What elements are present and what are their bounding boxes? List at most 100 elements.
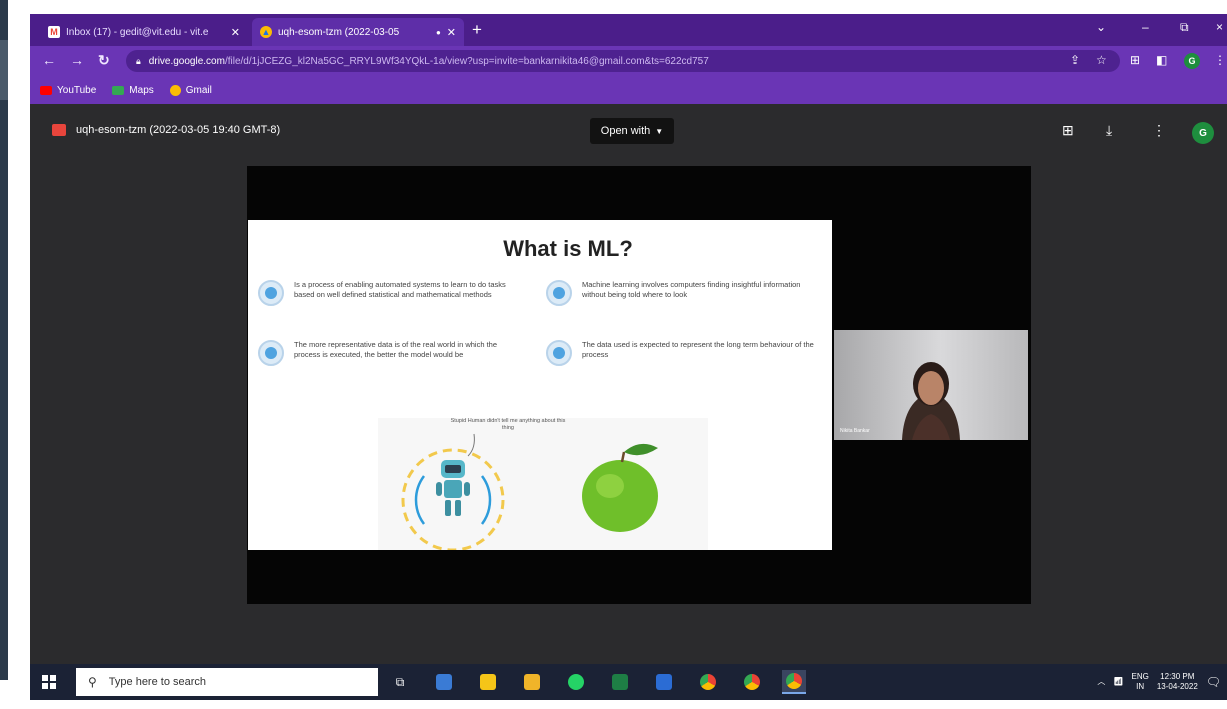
close-icon[interactable]: ✕	[231, 26, 240, 39]
chrome-active-icon[interactable]	[782, 670, 806, 694]
viewer-header: uqh-esom-tzm (2022-03-05 19:40 GMT-8) Op…	[30, 104, 1227, 156]
more-options-icon[interactable]: ⋮	[1152, 122, 1166, 139]
drive-file-viewer: uqh-esom-tzm (2022-03-05 19:40 GMT-8) Op…	[30, 104, 1227, 664]
network-icon[interactable]: 📶︎	[1113, 677, 1123, 687]
slide-title: What is ML?	[503, 236, 633, 261]
bullet-icon	[546, 280, 572, 306]
chrome-icon[interactable]	[696, 670, 720, 694]
slide-bullet: Machine learning involves computers find…	[546, 280, 826, 306]
store-icon[interactable]	[432, 670, 456, 694]
drive-icon: ▲	[260, 26, 272, 38]
download-icon[interactable]: ⤓	[1106, 122, 1112, 139]
task-view-icon[interactable]: ⧉	[388, 670, 412, 694]
chevron-up-icon[interactable]: ︿	[1097, 677, 1105, 687]
participant-name: Nikita Bankar	[840, 428, 870, 434]
browser-toolbar: ← → ↻ 🔒︎ drive.google.com /file/d/1jJCEZ…	[30, 46, 1227, 76]
tab-search-icon[interactable]: ⌄	[1096, 20, 1106, 34]
menu-icon[interactable]: ⋮	[1214, 53, 1226, 67]
chevron-down-icon: ▼	[655, 126, 664, 136]
tab-drive[interactable]: ▲ uqh-esom-tzm (2022-03-05 ● ✕	[252, 18, 464, 46]
notifications-icon[interactable]: 🗨︎	[1206, 676, 1221, 688]
excel-icon[interactable]	[608, 670, 632, 694]
participant-icon	[902, 362, 960, 440]
green-apple-icon	[582, 443, 658, 532]
minimize-button[interactable]: –	[1142, 20, 1149, 34]
tray-date: 13-04-2022	[1156, 682, 1198, 691]
restore-button[interactable]: ⧉	[1180, 20, 1189, 35]
share-icon[interactable]: ⇪	[1070, 53, 1080, 67]
bullet-text: Machine learning involves computers find…	[582, 280, 801, 299]
tray-time: 12:30 PM	[1160, 672, 1195, 681]
close-window-button[interactable]: ×	[1216, 20, 1223, 34]
bullet-text: Is a process of enabling automated syste…	[294, 280, 506, 299]
bookmark-label: Maps	[129, 84, 154, 96]
address-bar[interactable]: 🔒︎ drive.google.com /file/d/1jJCEZG_kl2N…	[126, 50, 1120, 72]
clock[interactable]: 12:30 PM 13-04-2022	[1157, 672, 1198, 692]
lock-icon: 🔒︎	[136, 55, 141, 66]
bookmark-maps[interactable]: Maps	[112, 84, 154, 96]
maps-icon	[112, 85, 125, 95]
search-placeholder: Type here to search	[108, 676, 207, 688]
taskbar-search-box[interactable]: ⚲ Type here to search	[76, 668, 378, 696]
presentation-slide: What is ML? Is a process of enabling aut…	[248, 220, 832, 550]
word-icon[interactable]	[652, 670, 676, 694]
new-tab-button[interactable]: +	[472, 21, 482, 39]
video-file-icon	[52, 124, 66, 136]
tray-region: IN	[1136, 682, 1145, 691]
bookmark-youtube[interactable]: YouTube	[40, 85, 96, 96]
slide-bullet: Is a process of enabling automated syste…	[258, 280, 518, 306]
file-name: uqh-esom-tzm (2022-03-05 19:40 GMT-8)	[76, 124, 281, 136]
chrome-profile-icon[interactable]	[740, 670, 764, 694]
bookmark-label: Gmail	[185, 84, 212, 96]
tray-lang: ENG	[1131, 672, 1149, 681]
gmail-icon: M	[48, 26, 60, 38]
bullet-icon	[258, 340, 284, 366]
slide-bullet: The more representative data is of the r…	[258, 340, 518, 366]
extension-icon[interactable]: ⊞	[1130, 53, 1140, 67]
background-window-edge	[0, 0, 8, 680]
file-explorer-icon[interactable]	[520, 670, 544, 694]
bullet-icon	[546, 340, 572, 366]
screenshot-frame: M Inbox (17) - gedit@vit.edu - vit.e ✕ ▲…	[0, 0, 1227, 709]
side-panel-icon[interactable]: ◧	[1156, 53, 1167, 67]
tab-title: uqh-esom-tzm (2022-03-05	[278, 26, 400, 38]
whatsapp-icon[interactable]	[564, 670, 588, 694]
tab-strip: M Inbox (17) - gedit@vit.edu - vit.e ✕ ▲…	[30, 14, 1227, 46]
youtube-icon	[40, 85, 52, 95]
bullet-text: The more representative data is of the r…	[294, 340, 498, 359]
browser-window: M Inbox (17) - gedit@vit.edu - vit.e ✕ ▲…	[30, 14, 1227, 700]
robot-and-apple-illustration	[401, 433, 658, 550]
open-with-label: Open with	[600, 125, 651, 137]
gmail-icon	[169, 84, 181, 96]
slide-illustration: Stupid Human didn't tell me anything abo…	[378, 390, 708, 550]
bookmarks-bar: YouTube Maps Gmail	[30, 76, 1227, 104]
participant-video-tile: Nikita Bankar	[834, 330, 1028, 440]
close-icon[interactable]: ✕	[447, 26, 456, 39]
forward-arrow-icon[interactable]: →	[70, 52, 84, 68]
profile-avatar[interactable]: G	[1192, 122, 1214, 144]
bookmark-label: YouTube	[57, 84, 97, 96]
slide-bullet: The data used is expected to represent t…	[546, 340, 826, 366]
tab-title: Inbox (17) - gedit@vit.edu - vit.e	[66, 26, 209, 38]
windows-taskbar: ⚲ Type here to search ⧉ ︿ 📶︎ ENG IN 12:3…	[30, 664, 1227, 700]
language-indicator[interactable]: ENG IN	[1132, 672, 1149, 692]
windows-start-icon[interactable]	[42, 675, 56, 689]
bullet-text: The data used is expected to represent t…	[582, 340, 814, 359]
bookmark-gmail[interactable]: Gmail	[169, 84, 212, 96]
bookmark-star-icon[interactable]: ☆	[1096, 53, 1107, 67]
system-tray: ︿ 📶︎ ENG IN 12:30 PM 13-04-2022 🗨︎	[1089, 668, 1221, 696]
recording-icon: ●	[435, 27, 441, 37]
robot-icon	[436, 460, 470, 516]
open-with-button[interactable]: Open with ▼	[590, 118, 674, 144]
back-arrow-icon[interactable]: ←	[42, 52, 56, 68]
address-path: /file/d/1jJCEZG_kl2Na5GC_RRYL9Wf34YQkL-1…	[224, 55, 709, 67]
add-comment-icon[interactable]: ⊞	[1062, 122, 1074, 139]
bullet-icon	[258, 280, 284, 306]
search-icon: ⚲	[88, 675, 97, 689]
profile-avatar[interactable]: G	[1184, 53, 1200, 69]
sticky-notes-icon[interactable]	[476, 670, 500, 694]
reload-icon[interactable]: ↻	[98, 52, 110, 69]
tab-gmail[interactable]: M Inbox (17) - gedit@vit.edu - vit.e ✕	[40, 18, 248, 46]
address-domain: drive.google.com	[148, 55, 225, 67]
video-player[interactable]: What is ML? Is a process of enabling aut…	[247, 166, 1031, 604]
